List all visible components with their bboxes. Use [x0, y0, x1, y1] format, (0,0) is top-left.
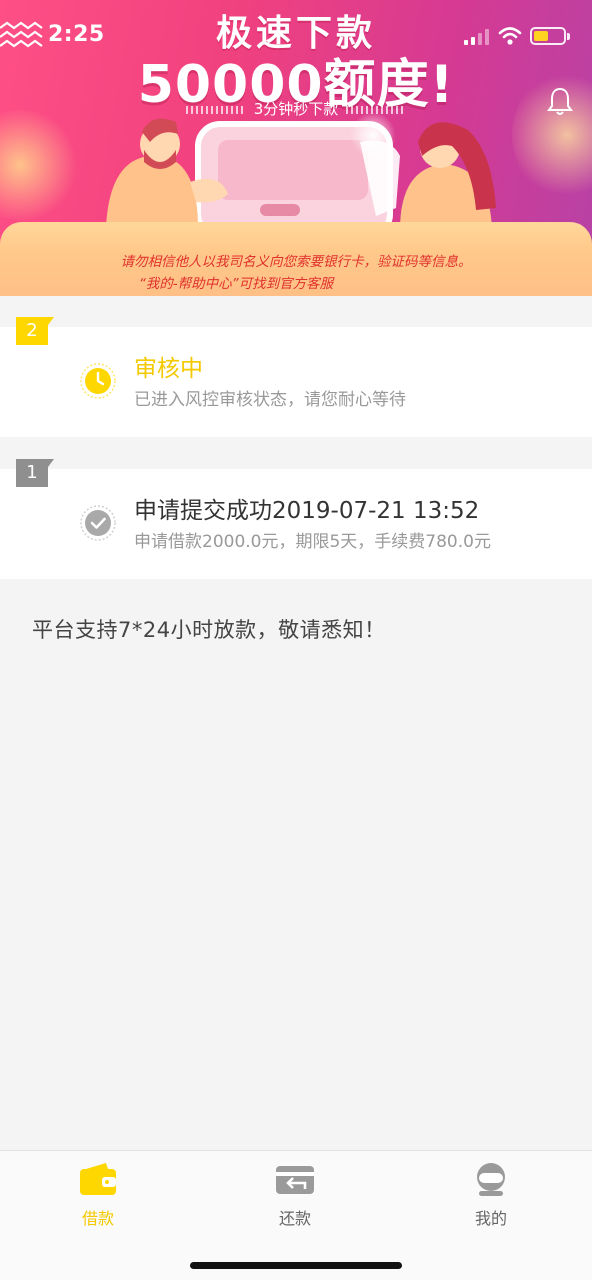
card-return-icon	[276, 1166, 314, 1194]
step-number-badge: 2	[16, 317, 54, 345]
decor-sparkle	[350, 112, 396, 158]
step-card-submitted: 申请提交成功2019-07-21 13:52 申请借款2000.0元，期限5天，…	[0, 469, 592, 579]
bottom-tab-bar: 借款 还款 我的	[0, 1150, 592, 1280]
tab-mine[interactable]: 我的	[431, 1151, 551, 1241]
step-description: 申请借款2000.0元，期限5天，手续费780.0元	[134, 532, 491, 552]
help-center-hint: “我的-帮助中心”可找到官方客服	[138, 276, 334, 292]
step-number-badge: 1	[16, 459, 54, 487]
user-icon	[477, 1163, 505, 1196]
wallet-icon	[80, 1163, 116, 1195]
step-card-reviewing: 审核中 已进入风控审核状态，请您耐心等待	[0, 327, 592, 437]
checkmark-icon	[80, 505, 116, 541]
step-title: 申请提交成功2019-07-21 13:52	[134, 498, 480, 524]
tab-label: 还款	[278, 1209, 311, 1228]
clock-icon	[80, 363, 116, 399]
tab-label: 我的	[474, 1209, 507, 1228]
tab-borrow[interactable]: 借款	[38, 1151, 158, 1241]
service-notice: 平台支持7*24小时放款，敬请悉知！	[32, 618, 386, 642]
fraud-warning: 请勿相信他人以我司名义向您索要银行卡，验证码等信息。	[120, 254, 472, 270]
step-description: 已进入风控审核状态，请您耐心等待	[134, 390, 406, 410]
decor-glow	[0, 110, 80, 220]
tab-label: 借款	[81, 1209, 114, 1228]
promo-banner[interactable]: 2:25 极速下款 50000额度! 3分钟秒下款 请勿相信他人以我司名义向您索…	[0, 0, 592, 296]
step-title: 审核中	[134, 356, 203, 382]
tab-repay[interactable]: 还款	[235, 1151, 355, 1241]
home-indicator[interactable]	[190, 1262, 402, 1269]
